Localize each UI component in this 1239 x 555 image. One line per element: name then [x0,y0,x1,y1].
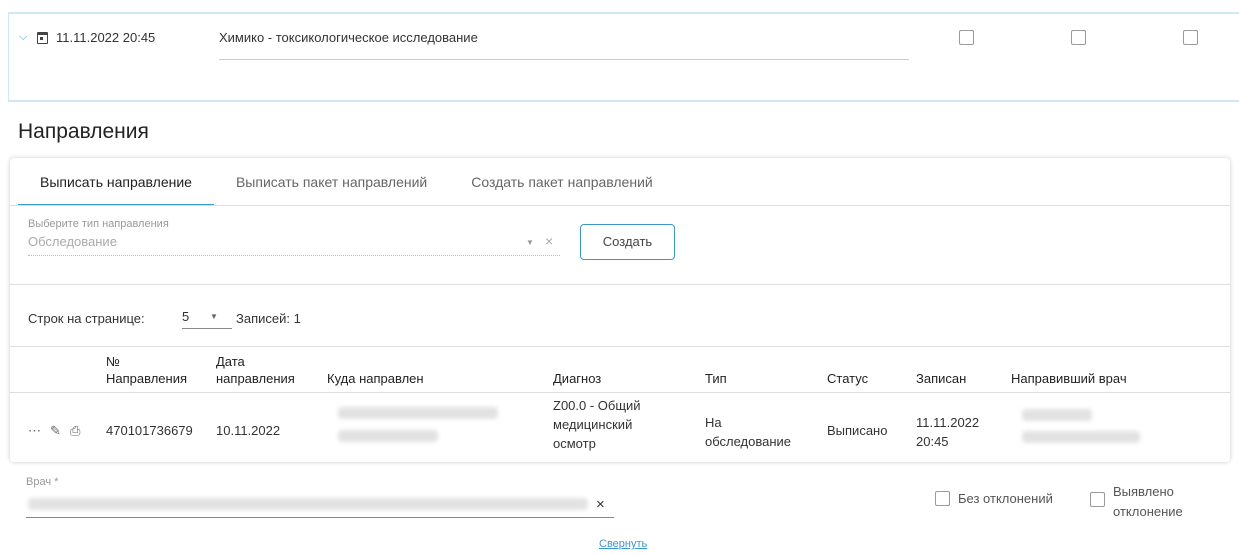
chevron-down-icon[interactable]: ⌵ [19,31,37,44]
exam-checkbox-1[interactable] [959,30,974,45]
referral-date: 10.11.2022 [216,423,281,438]
destination-redacted [338,407,498,419]
col-header-diagnosis: Диагноз [553,371,602,386]
no-deviation-label[interactable]: Без отклонений [958,491,1053,506]
referral-number: 470101736679 [106,423,193,438]
exam-checkbox-3[interactable] [1183,30,1198,45]
clear-icon[interactable]: × [545,233,553,249]
collapse-link[interactable]: Свернуть [599,538,647,550]
divider [10,284,1230,285]
tabs-divider [10,205,1230,206]
destination-redacted [338,430,438,442]
create-button[interactable]: Создать [580,224,675,260]
calendar-icon [37,31,48,44]
divider [10,346,1230,347]
no-deviation-checkbox[interactable] [935,491,950,506]
referral-type-label: Выберите тип направления [28,218,169,230]
referrals-panel: Выписать направление Выписать пакет напр… [10,158,1230,462]
tab-write-referral-package[interactable]: Выписать пакет направлений [214,158,449,206]
deviation-found-label[interactable]: Выявлено отклонение [1113,482,1203,522]
col-header-status: Статус [827,371,869,386]
tab-write-referral[interactable]: Выписать направление [18,158,214,206]
referral-status: Выписано [827,423,888,438]
dropdown-arrow-icon[interactable]: ▼ [526,238,534,247]
col-header-number: № Направления [106,354,188,386]
exam-checkbox-2[interactable] [1071,30,1086,45]
rows-per-page-label: Строк на странице: [28,311,145,326]
edit-icon[interactable]: ✎ [50,423,61,439]
section-title: Направления [18,120,149,143]
col-header-booked: Записан [916,371,967,386]
referral-type: На обследование [705,415,792,449]
doctor-field-label: Врач * [26,476,59,488]
more-actions-icon[interactable]: ⋯ [28,423,41,439]
referral-type-select[interactable]: Обследование [28,234,560,256]
exam-date: 11.11.2022 20:45 [56,30,156,45]
rows-per-page-value: 5 [182,309,190,324]
referral-diagnosis: Z00.0 - Общий медицинский осмотр [553,398,641,451]
divider [10,392,1230,393]
print-icon[interactable]: ⎙ [70,423,80,439]
doctor-field[interactable] [26,492,614,518]
referral-booked: 11.11.2022 20:45 [916,415,980,449]
deviation-found-checkbox[interactable] [1090,492,1105,507]
exam-name: Химико - токсикологическое исследование [219,30,909,60]
clear-icon[interactable]: × [596,496,605,513]
col-header-date: Дата направления [216,354,295,386]
col-header-type: Тип [705,371,727,386]
tab-create-referral-package[interactable]: Создать пакет направлений [449,158,674,206]
exam-record-header[interactable]: ⌵ 11.11.2022 20:45 [19,30,155,45]
rows-per-page-select[interactable]: 5 ▼ [182,309,232,329]
dropdown-arrow-icon: ▼ [210,312,218,321]
exam-record-card: ⌵ 11.11.2022 20:45 Химико - токсикологич… [8,12,1239,102]
doctor-redacted [1022,431,1140,443]
records-count: Записей: 1 [236,311,301,326]
referral-tabs: Выписать направление Выписать пакет напр… [18,158,675,206]
col-header-destination: Куда направлен [327,371,424,386]
doctor-redacted [1022,409,1092,421]
doctor-name-redacted [28,498,588,510]
col-header-doctor: Направивший врач [1011,371,1127,386]
